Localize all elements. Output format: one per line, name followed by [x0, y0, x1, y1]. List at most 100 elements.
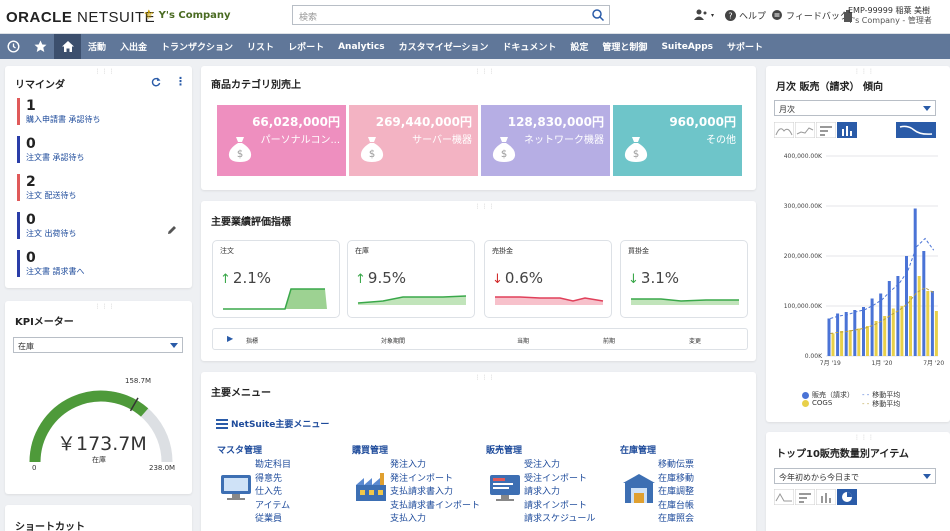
sales-bar[interactable]	[879, 293, 883, 357]
menu-heading[interactable]: 販売管理	[486, 443, 522, 456]
nav-item-lists[interactable]: リスト	[240, 40, 281, 53]
cogs-bar[interactable]	[926, 291, 930, 356]
area-chart-icon[interactable]	[774, 122, 794, 138]
menu-link[interactable]: 在庫照会	[658, 513, 694, 527]
sales-bar[interactable]	[836, 313, 840, 357]
recent-records-button[interactable]: ▾	[694, 9, 714, 21]
bar-chart-icon[interactable]	[837, 122, 857, 138]
sales-bar[interactable]	[905, 256, 908, 356]
pie-chart-icon[interactable]	[837, 489, 857, 505]
feedback-button[interactable]: フィードバック	[771, 9, 849, 22]
recent-icon[interactable]	[0, 34, 27, 59]
global-search[interactable]: 検索	[292, 5, 610, 25]
help-button[interactable]: ? ヘルプ	[725, 9, 766, 22]
nav-item-analytics[interactable]: Analytics	[331, 42, 391, 52]
drag-handle[interactable]: ⋮⋮⋮	[475, 68, 495, 75]
sales-bar[interactable]	[896, 276, 900, 356]
menu-link[interactable]: 在庫調整	[658, 486, 694, 500]
sales-bar[interactable]	[844, 312, 848, 356]
menu-link[interactable]: 発注入力	[390, 459, 480, 473]
cogs-bar[interactable]	[866, 326, 869, 356]
cogs-bar[interactable]	[909, 296, 912, 356]
drag-handle[interactable]: ⋮⋮⋮	[475, 203, 495, 210]
menu-link[interactable]: 在庫移動	[658, 473, 694, 487]
kpi-card-inventory[interactable]: 在庫 ↑ 9.5%	[347, 240, 475, 318]
trend-line-toggle-icon[interactable]	[896, 122, 936, 138]
netsuite-menu-link[interactable]: NetSuite主要メニュー	[216, 417, 329, 430]
nav-item-support[interactable]: サポート	[720, 40, 770, 53]
reminder-label[interactable]: 注文書 承認待ち	[26, 152, 187, 163]
sales-bar[interactable]	[853, 310, 857, 356]
nav-item-documents[interactable]: ドキュメント	[495, 40, 563, 53]
cogs-bar[interactable]	[883, 316, 887, 356]
user-menu[interactable]: EMP-99999 稲葉 美樹 Y's Company - 管理者	[848, 6, 932, 26]
category-tile[interactable]: 128,830,000円 ネットワーク機器 $	[481, 105, 610, 176]
sales-bar[interactable]	[930, 291, 934, 356]
nav-item-payments[interactable]: 入出金	[113, 40, 154, 53]
sales-bar[interactable]	[862, 307, 865, 356]
expand-caret-icon[interactable]: ▶	[227, 334, 233, 343]
menu-link[interactable]: 発注インポート	[390, 473, 480, 487]
menu-link[interactable]: 支払請求書入力	[390, 486, 480, 500]
category-tile[interactable]: 66,028,000円 パーソナルコン... $	[217, 105, 346, 176]
cogs-bar[interactable]	[848, 330, 852, 356]
menu-link[interactable]: 仕入先	[255, 486, 291, 500]
category-tile[interactable]: 269,440,000円 サーバー機器 $	[349, 105, 478, 176]
menu-link[interactable]: 移動伝票	[658, 459, 694, 473]
horizontal-bar-icon[interactable]	[795, 489, 815, 505]
line-chart-icon[interactable]	[795, 122, 815, 138]
nav-item-reports[interactable]: レポート	[281, 40, 331, 53]
menu-link[interactable]: 在庫台帳	[658, 500, 694, 514]
date-range-select[interactable]: 今年初めから今日まで	[774, 468, 936, 484]
drag-handle[interactable]: ⋮⋮⋮	[854, 68, 874, 75]
cogs-bar[interactable]	[900, 306, 904, 356]
cogs-bar[interactable]	[891, 308, 895, 357]
sales-bar[interactable]	[922, 251, 926, 356]
menu-heading[interactable]: 購買管理	[352, 443, 388, 456]
sales-bar[interactable]	[827, 318, 831, 357]
menu-link[interactable]: 支払入力	[390, 513, 480, 527]
line-chart-icon[interactable]	[774, 489, 794, 505]
category-tile[interactable]: 960,000円 その他 $	[613, 105, 742, 176]
period-select[interactable]: 月次	[774, 100, 936, 116]
menu-link[interactable]: 請求入力	[524, 486, 595, 500]
cogs-bar[interactable]	[857, 328, 861, 357]
nav-item-admin[interactable]: 管理と制御	[595, 40, 654, 53]
drag-handle[interactable]: ⋮⋮⋮	[854, 434, 874, 441]
nav-item-activities[interactable]: 活動	[81, 40, 113, 53]
menu-link[interactable]: 従業員	[255, 513, 291, 527]
menu-heading[interactable]: 在庫管理	[620, 443, 656, 456]
cogs-bar[interactable]	[874, 321, 878, 356]
reminder-label[interactable]: 購入申請書 承認待ち	[26, 114, 187, 125]
menu-heading[interactable]: マスタ管理	[217, 443, 262, 456]
company-switcher[interactable]: ⚜ Y's Company	[143, 8, 231, 23]
reminder-item[interactable]: 0 注文書 請求書へ	[17, 250, 187, 277]
nav-item-setup[interactable]: 設定	[563, 40, 595, 53]
reminder-item[interactable]: 0 注文 出荷待ち	[17, 212, 187, 239]
cogs-bar[interactable]	[840, 331, 844, 356]
refresh-icon[interactable]	[151, 77, 161, 87]
menu-link[interactable]: 得意先	[255, 473, 291, 487]
nav-item-suiteapps[interactable]: SuiteApps	[654, 42, 720, 52]
legend-item-cogs[interactable]: COGS	[802, 399, 832, 407]
cogs-bar[interactable]	[934, 311, 938, 356]
more-options-icon[interactable]: ⋮	[175, 75, 186, 88]
nav-item-transactions[interactable]: トランザクション	[154, 40, 240, 53]
menu-link[interactable]: 請求インポート	[524, 500, 595, 514]
menu-link[interactable]: アイテム	[255, 500, 291, 514]
reminder-item[interactable]: 1 購入申請書 承認待ち	[17, 98, 187, 125]
reminder-label[interactable]: 注文 出荷待ち	[26, 228, 187, 239]
cogs-bar[interactable]	[831, 333, 835, 357]
legend-item-cogs-average[interactable]: - - 移動平均	[862, 399, 900, 409]
kpi-card-receivables[interactable]: 売掛金 ↓ 0.6%	[484, 240, 612, 318]
menu-link[interactable]: 受注インポート	[524, 473, 595, 487]
drag-handle[interactable]: ⋮⋮⋮	[95, 68, 115, 75]
bar-chart-icon[interactable]	[816, 489, 836, 505]
kpi-card-payables[interactable]: 買掛金 ↓ 3.1%	[620, 240, 748, 318]
reminder-item[interactable]: 2 注文 配送待ち	[17, 174, 187, 201]
menu-link[interactable]: 受注入力	[524, 459, 595, 473]
cogs-bar[interactable]	[917, 276, 921, 356]
home-icon[interactable]	[54, 34, 81, 59]
search-icon[interactable]	[591, 8, 605, 22]
menu-link[interactable]: 勘定科目	[255, 459, 291, 473]
